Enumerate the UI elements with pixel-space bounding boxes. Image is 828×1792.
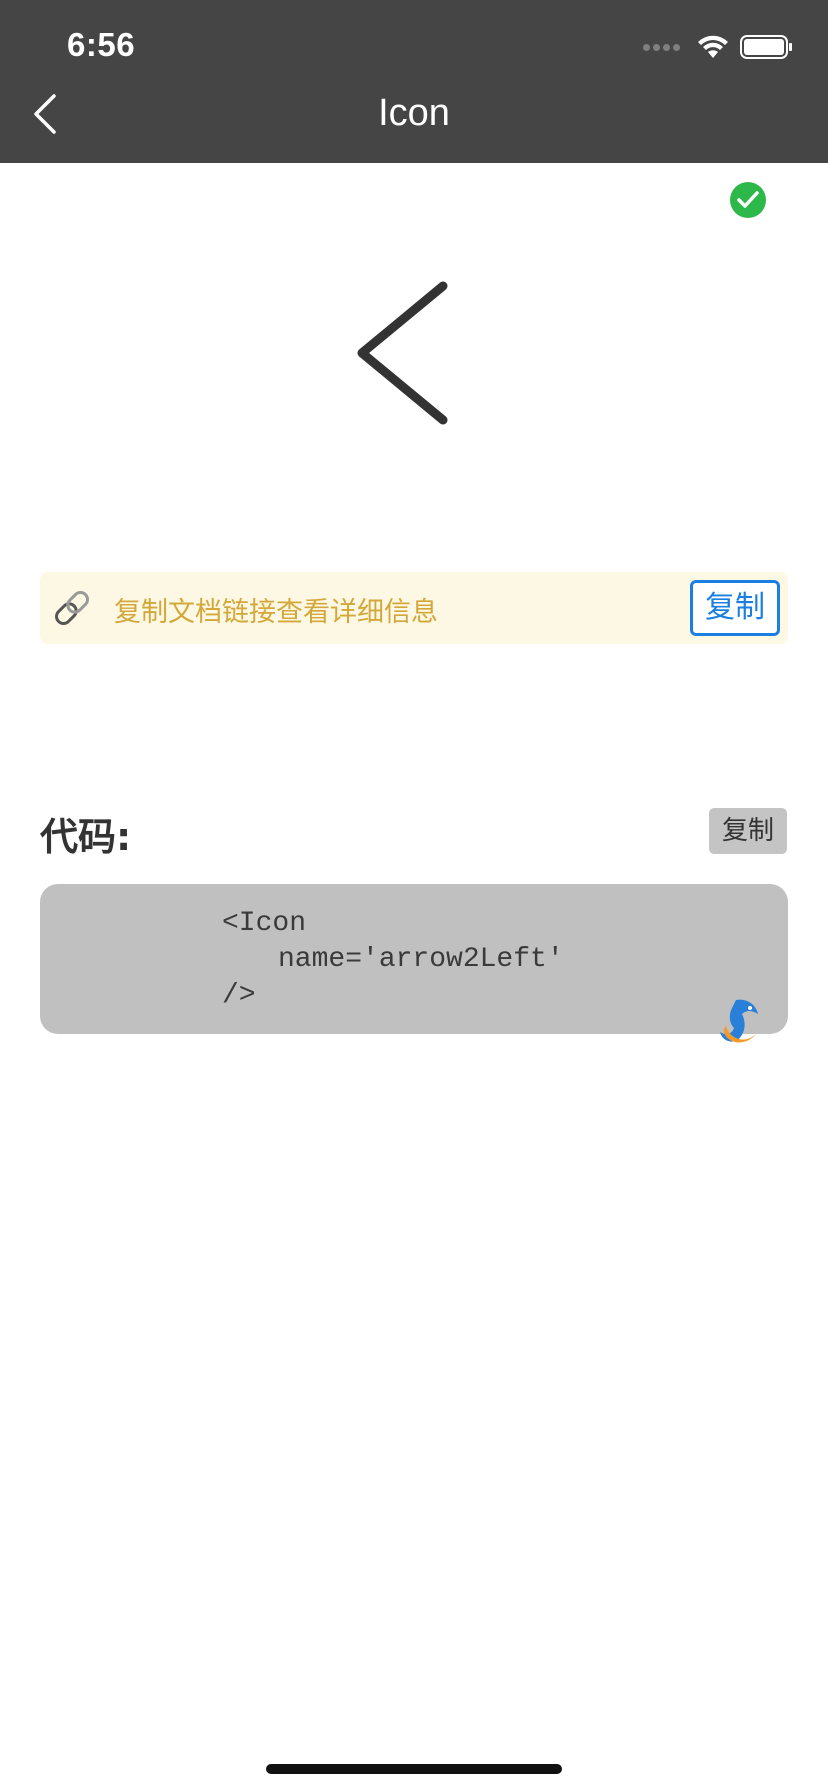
dolphin-assistant-icon[interactable] [716, 996, 762, 1046]
code-line: /> [222, 980, 256, 1011]
header: 6:56 Icon [0, 0, 828, 163]
page-title: Icon [378, 92, 450, 134]
code-line: name='arrow2Left' [278, 944, 564, 975]
copy-code-button[interactable]: 复制 [709, 808, 787, 854]
status-icons [643, 34, 794, 60]
code-label: 代码: [40, 815, 132, 859]
code-block: <Icon name='arrow2Left' /> [40, 884, 788, 1034]
screen: 6:56 Icon 复制文档链接查看详细信息 复制 代码: 复制 <Icon n… [0, 0, 828, 1792]
signal-icon [643, 43, 680, 51]
doc-link-tip: 复制文档链接查看详细信息 复制 [40, 572, 788, 644]
battery-icon [740, 34, 794, 60]
wifi-icon [696, 34, 730, 60]
link-icon [50, 586, 94, 630]
tip-text: 复制文档链接查看详细信息 [114, 597, 438, 628]
status-time: 6:56 [67, 26, 136, 63]
code-line: <Icon [222, 908, 307, 939]
home-indicator [266, 1764, 562, 1774]
check-circle-icon [730, 182, 766, 218]
arrow-left-preview-icon [350, 278, 460, 428]
copy-link-button[interactable]: 复制 [690, 580, 780, 636]
